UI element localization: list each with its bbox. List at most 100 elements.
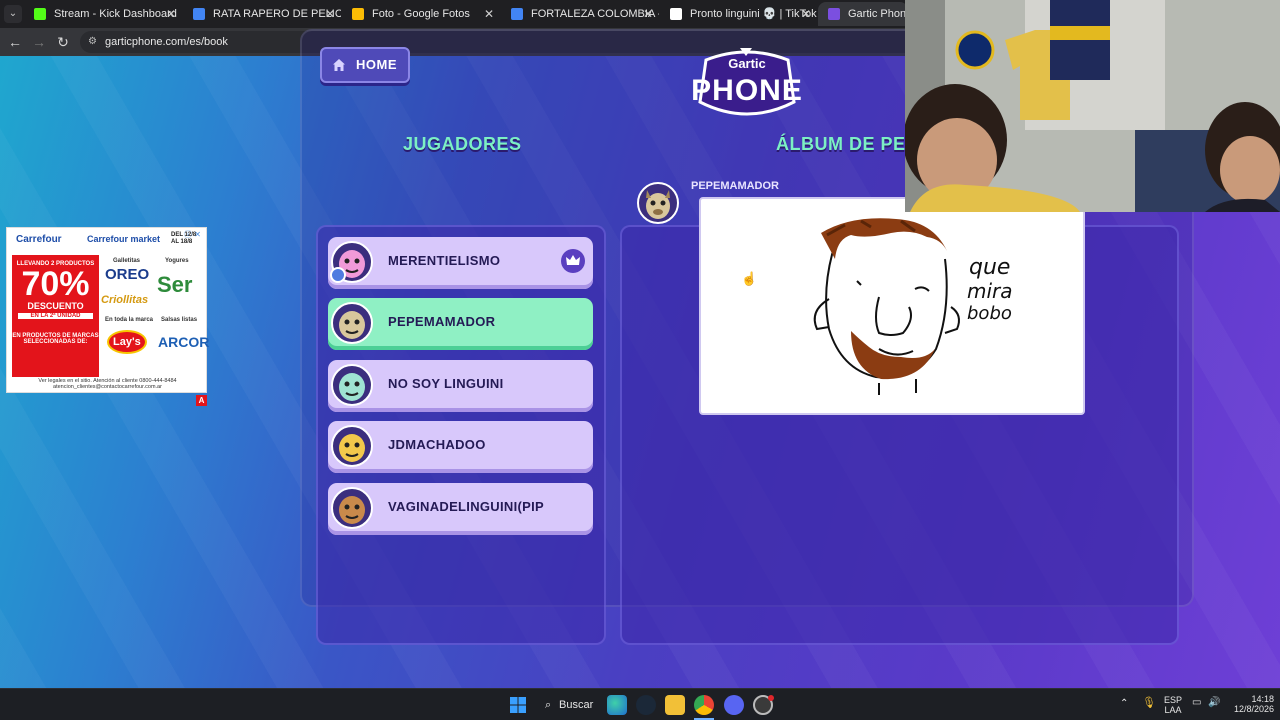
- ad-promo-percent: 70%: [21, 265, 90, 303]
- ad-category-brand: En toda la marca: [105, 317, 154, 323]
- logo-gartic-text: Gartic: [728, 56, 766, 71]
- browser-tab[interactable]: Gartic Phone - Tele: [818, 2, 908, 26]
- player-name: NO SOY LINGUINI: [388, 376, 504, 391]
- google-icon: [193, 8, 205, 20]
- kick-icon: [34, 8, 46, 20]
- clock-date: 12/8/2026: [1233, 704, 1274, 714]
- ad-choices-icon[interactable]: ⓘ ✕: [184, 229, 204, 239]
- url-text: garticphone.com/es/book: [105, 36, 228, 48]
- tab-title: Pronto linguini 💀 | TikTok: [690, 8, 817, 20]
- home-label: HOME: [356, 57, 397, 72]
- google-icon: [511, 8, 523, 20]
- clock-time: 14:18: [1251, 694, 1274, 704]
- drawing-handwritten-text: mira: [967, 279, 1013, 303]
- tab-title: RATA RAPERO DE PELICULA DE: [213, 8, 341, 20]
- close-tab-icon[interactable]: ✕: [801, 2, 811, 26]
- language-line2: LAA: [1164, 705, 1182, 715]
- gartic-phone-logo: Gartic PHONE: [686, 46, 808, 122]
- clock[interactable]: 14:18 12/8/2026: [1226, 694, 1274, 714]
- ad-category-cookies: Galletitas: [113, 258, 141, 264]
- chrome-icon[interactable]: [694, 695, 714, 715]
- google-photos-icon: [352, 8, 364, 20]
- pizza-avatar: [331, 425, 373, 467]
- ad-legal-footer: Ver legales en el sitio. Atención al cli…: [38, 378, 177, 390]
- player-name: VAGINADELINGUINI(PIP: [388, 499, 544, 514]
- language-indicator[interactable]: ESP LAA: [1162, 695, 1184, 715]
- home-icon: [333, 59, 345, 71]
- edge-icon[interactable]: [607, 695, 627, 715]
- ad-category-yogurts: Yogures: [165, 258, 189, 264]
- steam-icon[interactable]: [636, 695, 656, 715]
- album-author-name: PEPEMAMADOR: [691, 180, 780, 192]
- tab-title: FORTALEZA COLOMBIA - Buscar: [531, 8, 659, 20]
- drawing-canvas: que mira bobo: [699, 197, 1085, 415]
- close-tab-icon[interactable]: ✕: [643, 2, 653, 26]
- player-name: JDMACHADOO: [388, 437, 486, 452]
- taskbar-search[interactable]: ⌕ Buscar: [541, 693, 597, 717]
- mustache-avatar: [331, 487, 373, 529]
- host-user-icon: [330, 267, 346, 283]
- players-title: JUGADORES: [403, 134, 522, 154]
- ad-product-lays: Lay's: [107, 330, 147, 354]
- search-icon: ⌕: [545, 699, 552, 711]
- browser-tab[interactable]: Stream - Kick Dashboard ✕: [24, 2, 182, 26]
- carrefour-ad[interactable]: Carrefour Carrefour market DEL 12/8 AL 1…: [6, 227, 210, 393]
- ad-product-criollitas: Criollitas: [101, 294, 149, 306]
- player-card[interactable]: VAGINADELINGUINI(PIP: [328, 483, 593, 535]
- browser-tab[interactable]: Foto - Google Fotos ✕: [342, 2, 500, 26]
- player-card[interactable]: JDMACHADOO: [328, 421, 593, 473]
- ghost-avatar: [331, 364, 373, 406]
- ad-brand-carrefour: Carrefour: [16, 234, 62, 245]
- windows-taskbar: ⌕ Buscar ⌃ 🎙 ESP LAA ▭ 🔊 14:18 12/8/2026: [0, 688, 1280, 720]
- player-card[interactable]: NO SOY LINGUINI: [328, 360, 593, 412]
- ad-product-oreo: OREO: [105, 266, 150, 283]
- browser-tab[interactable]: RATA RAPERO DE PELICULA DE✕: [183, 2, 341, 26]
- browser-tab[interactable]: FORTALEZA COLOMBIA - Buscar✕: [501, 2, 659, 26]
- llama-avatar: [331, 302, 373, 344]
- language-line1: ESP: [1163, 695, 1182, 705]
- tab-title: Stream - Kick Dashboard: [54, 8, 177, 20]
- home-button[interactable]: HOME: [320, 47, 410, 83]
- notification-dot: [768, 695, 774, 701]
- windows-start-icon[interactable]: [508, 695, 528, 715]
- ad-badge-icon[interactable]: A: [196, 395, 207, 406]
- close-tab-icon[interactable]: ✕: [166, 2, 176, 26]
- webcam-overlay: [905, 0, 1280, 212]
- network-icon[interactable]: ▭: [1192, 698, 1201, 708]
- site-info-icon[interactable]: ⚙: [88, 36, 100, 48]
- reload-icon[interactable]: ↻: [54, 33, 72, 51]
- tab-search-menu-icon[interactable]: ⌄: [4, 5, 22, 23]
- ad-header: Carrefour Carrefour market DEL 12/8 AL 1…: [7, 228, 208, 252]
- player-name: PEPEMAMADOR: [388, 314, 496, 329]
- tab-title: Gartic Phone - Tele: [848, 8, 908, 20]
- taskbar-search-label: Buscar: [559, 699, 594, 711]
- drawing-handwritten-text: bobo: [967, 303, 1012, 324]
- volume-icon[interactable]: 🔊: [1208, 698, 1220, 708]
- player-card[interactable]: MERENTIELISMO: [328, 237, 593, 289]
- back-arrow-icon[interactable]: ←: [6, 33, 24, 51]
- ad-brand-carrefour-market: Carrefour market: [87, 234, 161, 244]
- hand-cursor-icon: ☝: [741, 271, 758, 286]
- ad-promo-block: LLEVANDO 2 PRODUCTOS 70% DESCUENTO EN LA…: [12, 255, 99, 377]
- close-tab-icon[interactable]: ✕: [325, 2, 335, 26]
- file-explorer-icon[interactable]: [665, 695, 685, 715]
- close-tab-icon[interactable]: ✕: [484, 2, 494, 26]
- tray-chevron-icon[interactable]: ⌃: [1120, 699, 1128, 709]
- player-name: MERENTIELISMO: [388, 253, 501, 268]
- tab-title: Foto - Google Fotos: [372, 8, 470, 20]
- ad-category-sauces: Salsas listas: [161, 317, 198, 323]
- ad-product-ser: Ser: [157, 272, 193, 297]
- forward-arrow-icon[interactable]: →: [30, 33, 48, 51]
- drawing-handwritten-text: que: [969, 255, 1011, 280]
- browser-tab[interactable]: Pronto linguini 💀 | TikTok ✕: [660, 2, 817, 26]
- ad-product-arcor: ARCOR: [158, 334, 210, 350]
- tiktok-icon: [670, 8, 682, 20]
- ad-promo-line3: EN LA 2ª UNIDAD: [18, 313, 93, 319]
- llama-avatar: [637, 182, 679, 224]
- gartic-icon: [828, 8, 840, 20]
- ad-promo-line4: EN PRODUCTOS DE MARCAS SELECCIONADAS DE:: [12, 333, 99, 345]
- discord-icon[interactable]: [724, 695, 744, 715]
- microphone-icon[interactable]: 🎙: [1142, 698, 1156, 709]
- player-card[interactable]: PEPEMAMADOR: [328, 298, 593, 350]
- crown-icon: [561, 249, 585, 273]
